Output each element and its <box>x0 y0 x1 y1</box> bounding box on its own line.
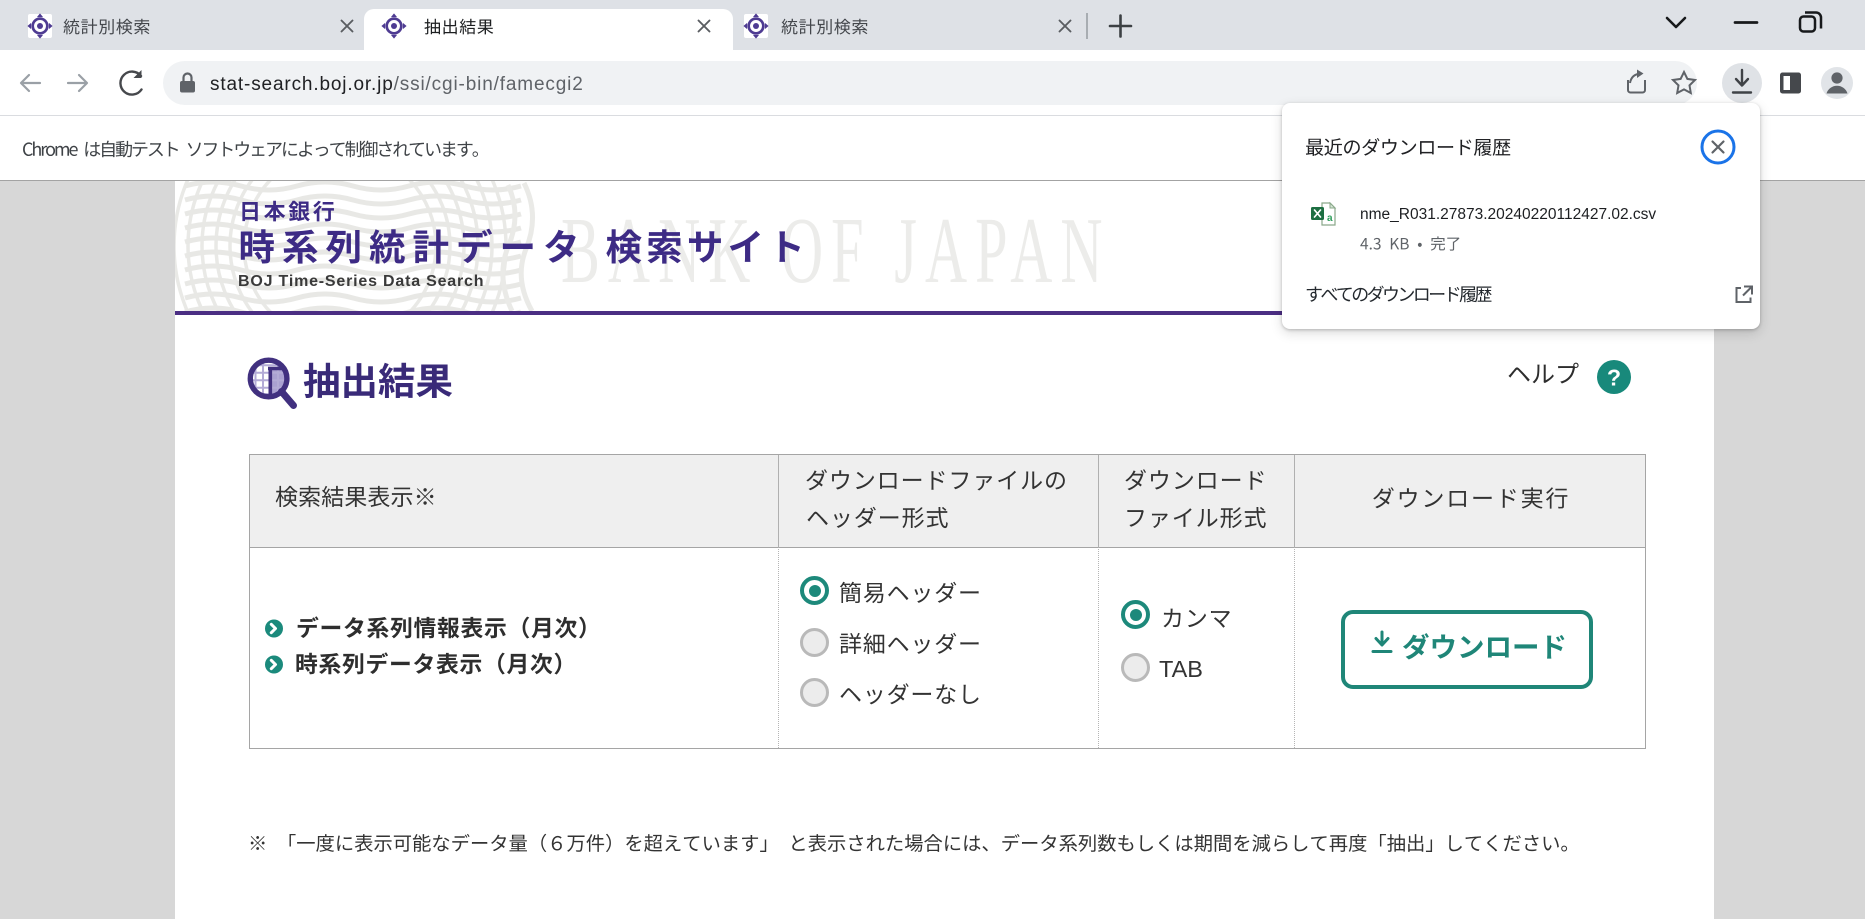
svg-text:a: a <box>1327 213 1333 224</box>
svg-text:?: ? <box>1607 365 1621 391</box>
